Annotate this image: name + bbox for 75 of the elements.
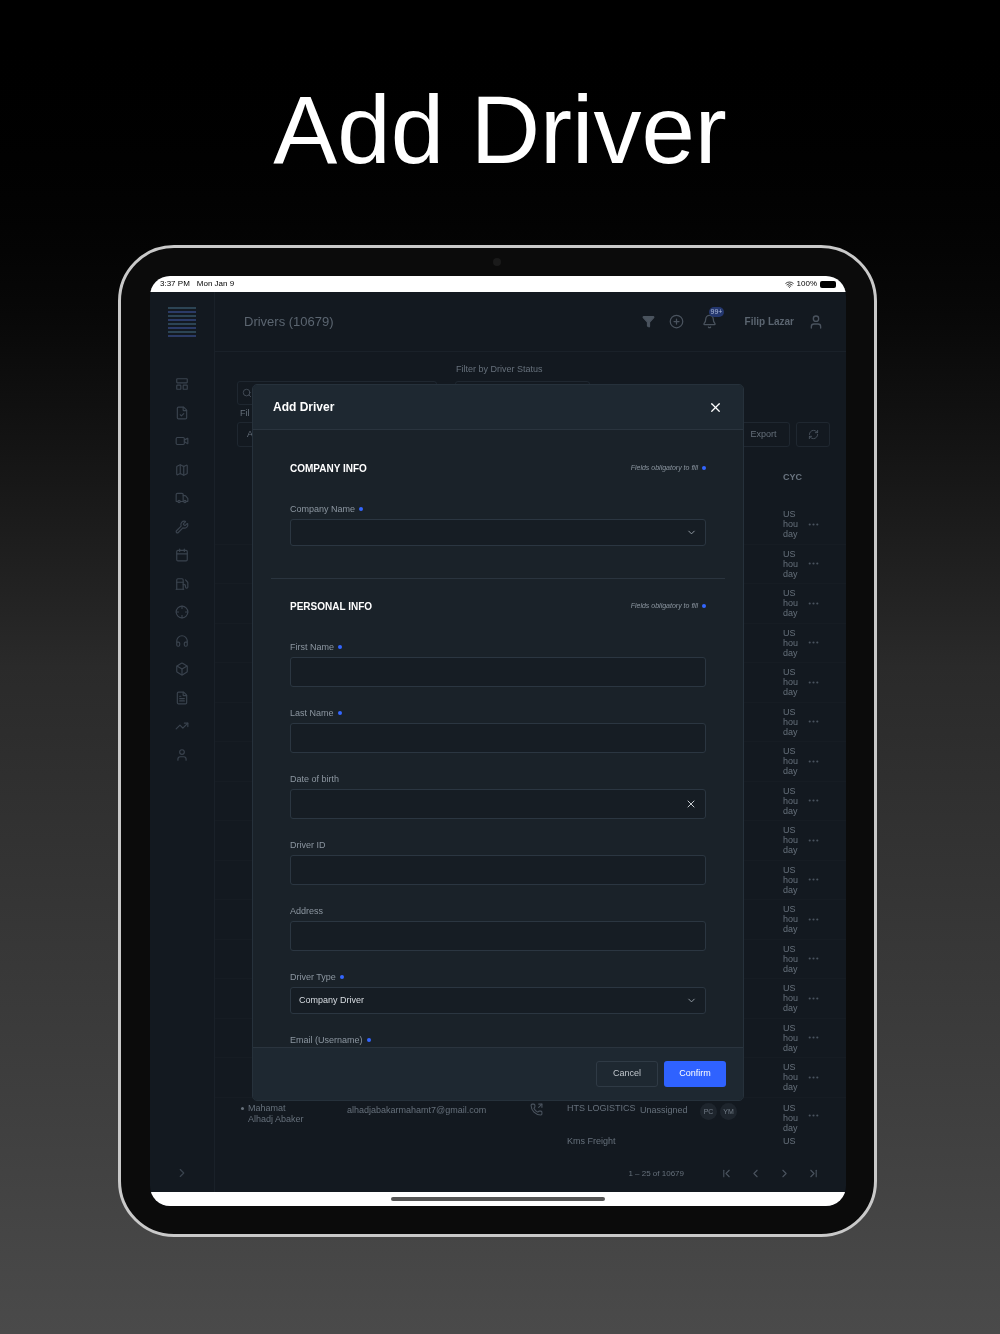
table-cell-text: day	[783, 568, 799, 579]
field-label: Driver Type	[290, 971, 344, 983]
table-cell-text: US	[783, 627, 797, 638]
table-cell-text: US	[783, 785, 797, 796]
table-cell-text: US	[783, 864, 797, 875]
filter-label: Filter by Driver Status	[456, 363, 543, 376]
table-cell-text: US	[783, 943, 797, 954]
table-cell-text: hou	[783, 795, 800, 806]
table-cell-text: day	[783, 805, 799, 816]
table-cell-text: hou	[783, 835, 800, 846]
table-cell-text: day	[783, 1042, 799, 1053]
table-cell-text: day	[783, 924, 799, 935]
field-label: First Name	[290, 641, 342, 653]
table-cell-text: hou	[783, 1112, 800, 1123]
table-cell-text: day	[783, 884, 799, 895]
dialog-title: Add Driver	[273, 399, 335, 416]
table-cell-text: hou	[783, 953, 800, 964]
table-cell-text: hou	[783, 677, 800, 688]
table-cell-text: day	[783, 687, 799, 698]
table-cell-text: US	[783, 746, 797, 757]
table-cell-text: US	[783, 825, 797, 836]
table-cell-text: hou	[783, 637, 800, 648]
field-label: Address	[290, 905, 324, 917]
table-cell-text: US	[783, 904, 797, 915]
table-cell-text: US	[783, 983, 797, 994]
section-title: PERSONAL INFO	[290, 600, 373, 614]
table-cell-text: US	[783, 1102, 797, 1113]
table-cell-text: US	[783, 548, 797, 559]
field-label: Last Name	[290, 707, 342, 719]
table-cell-text: day	[783, 963, 799, 974]
table-cell-text: day	[783, 647, 799, 658]
pagination-label: 1 – 25 of 10679	[628, 1167, 684, 1180]
table-cell-text: hou	[783, 558, 800, 569]
table-cell-text: day	[783, 1082, 799, 1093]
table-cell-text: day	[783, 529, 799, 540]
table-cell-text: day	[783, 766, 799, 777]
table-cell-text: US	[783, 1135, 797, 1146]
table-cell-text: US	[783, 509, 797, 520]
table-cell-text: hou	[783, 914, 800, 925]
section-title: COMPANY INFO	[290, 462, 367, 476]
table-cell-text: US	[783, 1062, 797, 1073]
field-label: Company Name	[290, 503, 364, 515]
table-cell-text: hou	[783, 874, 800, 885]
table-cell-text: US	[783, 667, 797, 678]
table-cell: Unassigned	[640, 1104, 688, 1115]
headline: Add Driver	[273, 75, 727, 185]
table-cell-text: hou	[783, 598, 800, 609]
table-cell-text: hou	[783, 519, 800, 530]
table-cell-text: US	[783, 1022, 797, 1033]
user-name: Filip Lazar	[744, 315, 794, 329]
table-cell-text: day	[783, 1003, 799, 1014]
table-cell: alhadjabakarmahamt7@gmail.com	[347, 1104, 487, 1115]
table-cell: HTS LOGISTICS	[567, 1102, 636, 1113]
status-time: 3:37 PM	[160, 278, 190, 290]
table-cell-text: day	[783, 608, 799, 619]
table-cell: Kms Freight	[567, 1135, 616, 1146]
table-cell-text: day	[783, 1122, 799, 1133]
status-date: Mon Jan 9	[196, 278, 235, 290]
filter-label: Fil	[240, 407, 250, 420]
table-cell-text: US	[783, 706, 797, 717]
table-cell-text: day	[783, 845, 799, 856]
column-header: CYC	[783, 471, 803, 484]
page-title: Drivers (10679)	[244, 312, 334, 331]
table-cell-text: hou	[783, 716, 800, 727]
table-cell-text: hou	[783, 1032, 800, 1043]
table-cell-text: hou	[783, 993, 800, 1004]
field-label: Driver ID	[290, 839, 326, 851]
table-cell-text: day	[783, 726, 799, 737]
table-cell-text: hou	[783, 756, 800, 767]
table-cell-text: US	[783, 588, 797, 599]
battery-percent: 100%	[796, 278, 817, 290]
table-cell-text: hou	[783, 1072, 800, 1083]
table-cell-text: Mahamat Alhadj Abaker	[248, 1102, 305, 1125]
field-label: Date of birth	[290, 773, 340, 785]
field-label: Email (Username)	[290, 1034, 371, 1046]
